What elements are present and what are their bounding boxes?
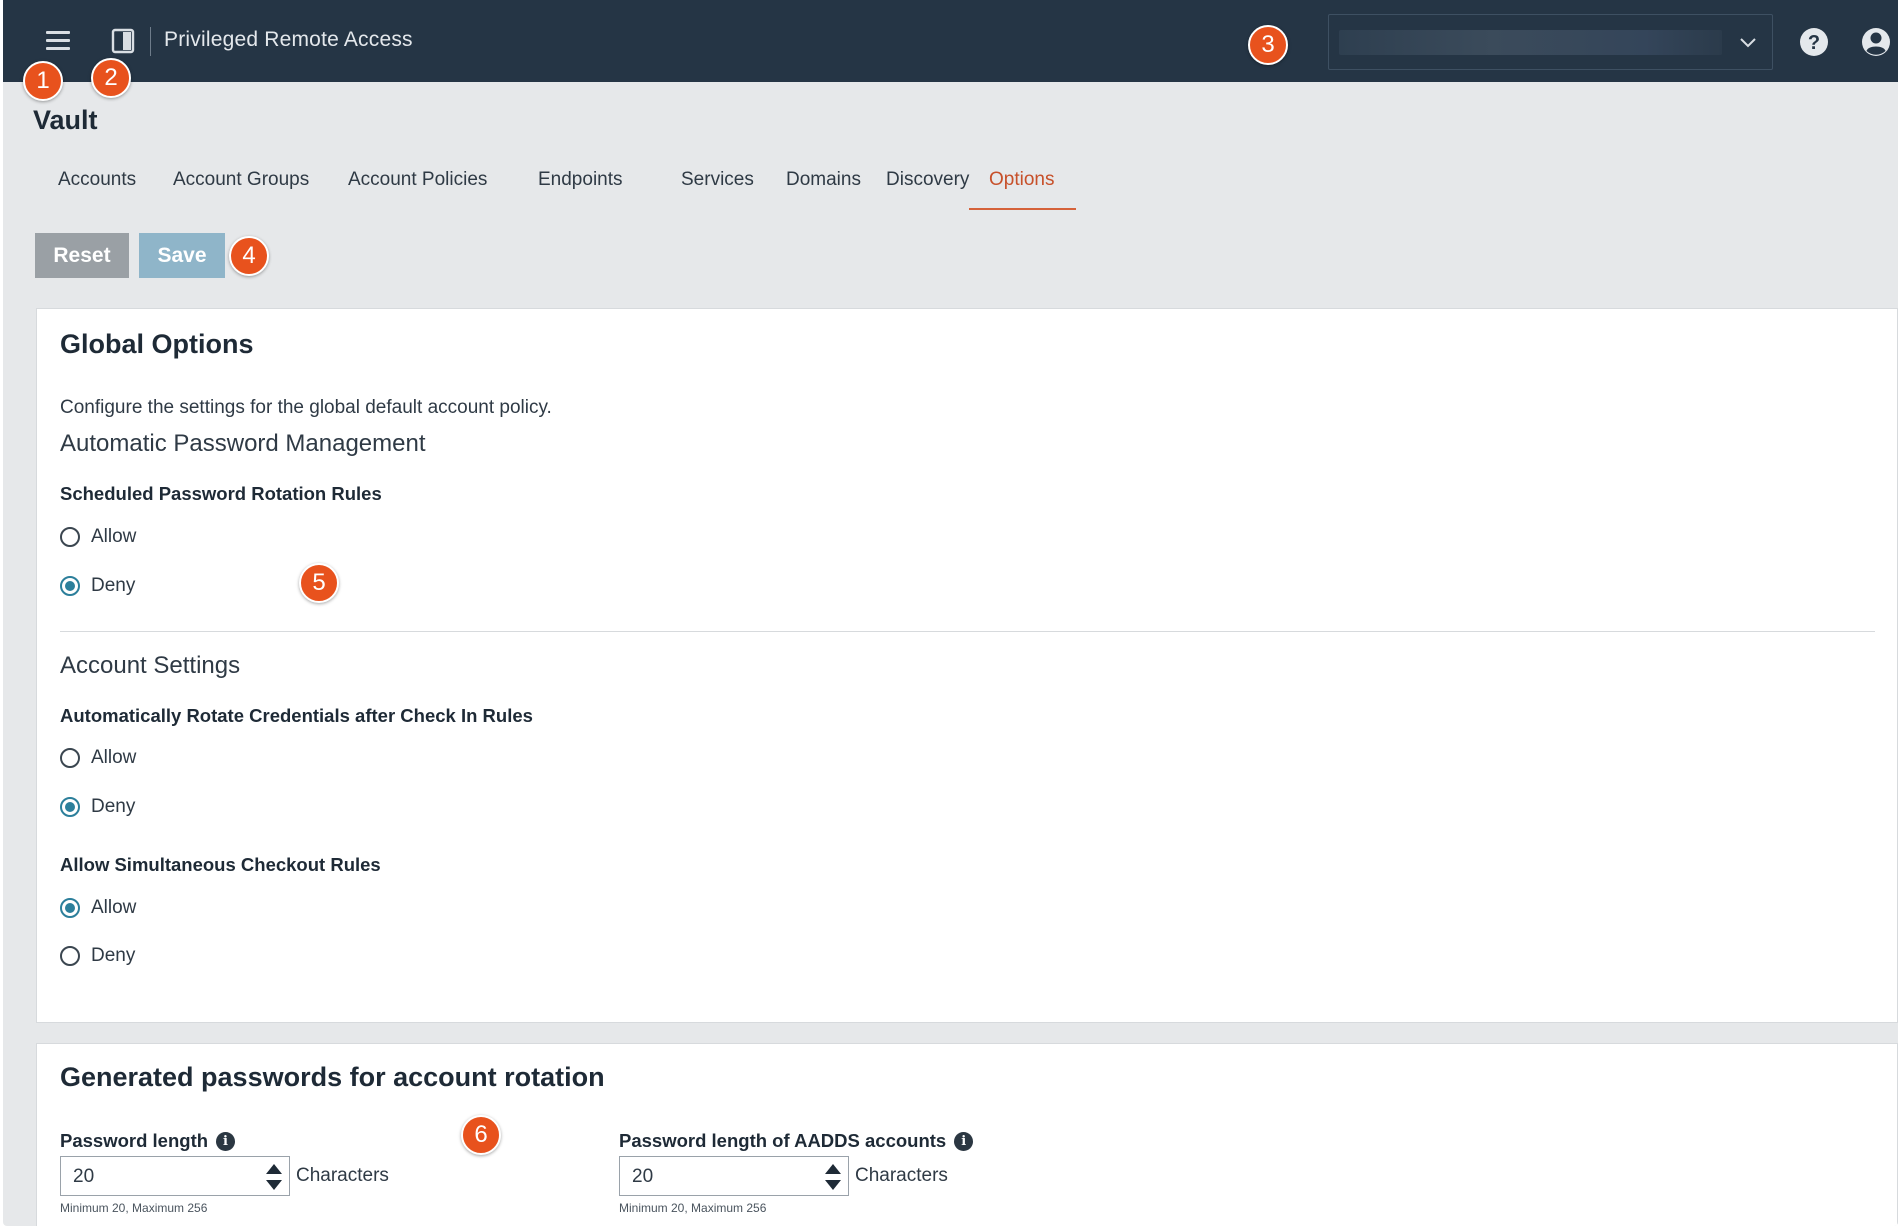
- generated-passwords-title: Generated passwords for account rotation: [60, 1062, 605, 1092]
- radio-button[interactable]: [60, 748, 80, 768]
- account-settings-heading: Account Settings: [60, 652, 241, 679]
- aadds-length-label-text: Password length of AADDS accounts: [619, 1130, 947, 1151]
- callout-marker-4: 4: [229, 236, 269, 276]
- svg-text:?: ?: [1808, 32, 1820, 54]
- auto-rotate-label: Automatically Rotate Credentials after C…: [60, 705, 533, 726]
- tab-account-groups[interactable]: Account Groups: [153, 160, 329, 210]
- aadds-length-hint: Minimum 20, Maximum 256: [619, 1201, 767, 1215]
- radio-button[interactable]: [60, 527, 80, 547]
- password-length-value[interactable]: [71, 1165, 245, 1189]
- radio-label: Allow: [91, 747, 137, 768]
- number-stepper-icon[interactable]: [265, 1161, 283, 1193]
- scheduled-rotation-label: Scheduled Password Rotation Rules: [60, 483, 382, 504]
- tab-options[interactable]: Options: [969, 160, 1076, 210]
- simultaneous-checkout-label: Allow Simultaneous Checkout Rules: [60, 854, 381, 875]
- radio-label: Allow: [91, 526, 137, 547]
- page-title: Vault: [33, 105, 98, 135]
- radio-button[interactable]: [60, 946, 80, 966]
- simultaneous-checkout-deny-radio[interactable]: Deny: [60, 942, 135, 970]
- aadds-length-unit: Characters: [855, 1165, 948, 1186]
- password-length-unit: Characters: [296, 1165, 389, 1186]
- hamburger-menu-icon[interactable]: [43, 27, 73, 55]
- generated-passwords-card: Generated passwords for account rotation…: [36, 1043, 1898, 1226]
- radio-button[interactable]: [60, 797, 80, 817]
- tab-domains[interactable]: Domains: [766, 160, 881, 210]
- reset-button[interactable]: Reset: [35, 233, 129, 278]
- callout-marker-5: 5: [299, 563, 339, 603]
- aadds-length-value[interactable]: [630, 1165, 804, 1189]
- site-selector-dropdown[interactable]: [1328, 14, 1773, 70]
- radio-label: Deny: [91, 796, 136, 817]
- radio-label: Allow: [91, 897, 137, 918]
- tab-services[interactable]: Services: [661, 160, 774, 210]
- tab-account-policies[interactable]: Account Policies: [328, 160, 507, 210]
- scheduled-rotation-allow-radio[interactable]: Allow: [60, 523, 136, 551]
- app-title: Privileged Remote Access: [164, 28, 413, 51]
- automatic-password-management-heading: Automatic Password Management: [60, 430, 426, 457]
- password-length-hint: Minimum 20, Maximum 256: [60, 1201, 208, 1215]
- simultaneous-checkout-allow-radio[interactable]: Allow: [60, 894, 136, 922]
- global-options-card: Global Options Configure the settings fo…: [36, 308, 1898, 1023]
- auto-rotate-deny-radio[interactable]: Deny: [60, 793, 135, 821]
- top-bar: Privileged Remote Access ?: [3, 0, 1898, 82]
- callout-marker-2: 2: [91, 58, 131, 98]
- tab-endpoints[interactable]: Endpoints: [518, 160, 643, 210]
- callout-marker-3: 3: [1248, 25, 1288, 65]
- site-selector-value: [1339, 30, 1722, 55]
- info-icon[interactable]: i: [216, 1131, 236, 1151]
- app-window: Privileged Remote Access ? 1 2 3 Vault A…: [3, 0, 1898, 1226]
- help-icon[interactable]: ?: [1798, 26, 1830, 58]
- password-length-label-text: Password length: [60, 1130, 209, 1151]
- radio-label: Deny: [91, 575, 136, 596]
- title-divider: [150, 27, 151, 56]
- global-options-title: Global Options: [60, 329, 254, 359]
- user-account-icon[interactable]: [1860, 26, 1892, 58]
- radio-button[interactable]: [60, 576, 80, 596]
- password-length-label: Password length i: [60, 1130, 236, 1152]
- info-icon[interactable]: i: [954, 1131, 974, 1151]
- tab-accounts[interactable]: Accounts: [38, 160, 156, 210]
- radio-button[interactable]: [60, 898, 80, 918]
- global-options-description: Configure the settings for the global de…: [60, 397, 552, 418]
- save-button[interactable]: Save: [139, 233, 225, 278]
- callout-marker-6: 6: [461, 1115, 501, 1155]
- callout-marker-1: 1: [23, 61, 63, 101]
- number-stepper-icon[interactable]: [824, 1161, 842, 1193]
- section-divider: [60, 631, 1875, 632]
- panel-toggle-icon[interactable]: [108, 26, 138, 56]
- scheduled-rotation-deny-radio[interactable]: Deny: [60, 572, 135, 600]
- radio-label: Deny: [91, 945, 136, 966]
- auto-rotate-allow-radio[interactable]: Allow: [60, 744, 136, 772]
- aadds-length-input[interactable]: [619, 1156, 849, 1196]
- aadds-length-label: Password length of AADDS accounts i: [619, 1130, 974, 1152]
- chevron-down-icon: [1740, 38, 1756, 48]
- password-length-input[interactable]: [60, 1156, 290, 1196]
